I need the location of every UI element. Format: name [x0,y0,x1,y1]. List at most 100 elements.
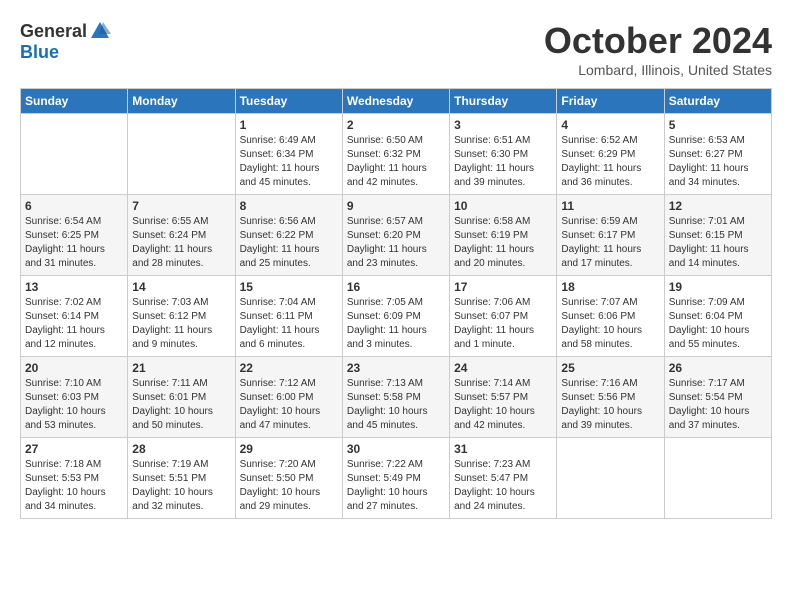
calendar-week-row: 1 Sunrise: 6:49 AM Sunset: 6:34 PM Daylig… [21,114,772,195]
logo-blue-text: Blue [20,42,59,63]
month-title: October 2024 [544,20,772,62]
calendar-cell: 1 Sunrise: 6:49 AM Sunset: 6:34 PM Daylig… [235,114,342,195]
weekday-header: Friday [557,89,664,114]
weekday-header: Wednesday [342,89,449,114]
day-number: 1 [240,118,338,132]
day-info: Sunrise: 7:02 AM Sunset: 6:14 PM Dayligh… [25,296,123,352]
day-number: 25 [561,361,659,375]
day-number: 6 [25,199,123,213]
calendar-cell: 9 Sunrise: 6:57 AM Sunset: 6:20 PM Daylig… [342,195,449,276]
day-number: 23 [347,361,445,375]
calendar-cell: 31 Sunrise: 7:23 AM Sunset: 5:47 PM Dayli… [450,438,557,519]
day-number: 10 [454,199,552,213]
weekday-header: Monday [128,89,235,114]
day-number: 27 [25,442,123,456]
day-info: Sunrise: 7:16 AM Sunset: 5:56 PM Dayligh… [561,377,659,433]
calendar-week-row: 20Sunrise: 7:10 AM Sunset: 6:03 PM Dayli… [21,357,772,438]
day-number: 29 [240,442,338,456]
calendar-cell: 15 Sunrise: 7:04 AM Sunset: 6:11 PM Dayli… [235,276,342,357]
calendar-header-row: SundayMondayTuesdayWednesdayThursdayFrid… [21,89,772,114]
day-number: 2 [347,118,445,132]
day-info: Sunrise: 6:58 AM Sunset: 6:19 PM Dayligh… [454,215,552,271]
calendar-cell: 18 Sunrise: 7:07 AM Sunset: 6:06 PM Dayli… [557,276,664,357]
calendar-cell: 22 Sunrise: 7:12 AM Sunset: 6:00 PM Dayli… [235,357,342,438]
calendar-cell: 23 Sunrise: 7:13 AM Sunset: 5:58 PM Dayli… [342,357,449,438]
calendar-cell: 20Sunrise: 7:10 AM Sunset: 6:03 PM Dayli… [21,357,128,438]
calendar-cell [21,114,128,195]
day-number: 3 [454,118,552,132]
day-info: Sunrise: 7:22 AM Sunset: 5:49 PM Dayligh… [347,458,445,514]
day-number: 9 [347,199,445,213]
day-info: Sunrise: 6:53 AM Sunset: 6:27 PM Dayligh… [669,134,767,190]
day-number: 21 [132,361,230,375]
day-number: 17 [454,280,552,294]
calendar-week-row: 13 Sunrise: 7:02 AM Sunset: 6:14 PM Dayli… [21,276,772,357]
weekday-header: Sunday [21,89,128,114]
calendar-cell: 19Sunrise: 7:09 AM Sunset: 6:04 PM Dayli… [664,276,771,357]
day-number: 14 [132,280,230,294]
day-info: Sunrise: 7:06 AM Sunset: 6:07 PM Dayligh… [454,296,552,352]
day-info: Sunrise: 7:12 AM Sunset: 6:00 PM Dayligh… [240,377,338,433]
weekday-header: Saturday [664,89,771,114]
calendar-cell: 12Sunrise: 7:01 AM Sunset: 6:15 PM Dayli… [664,195,771,276]
day-number: 28 [132,442,230,456]
day-info: Sunrise: 6:57 AM Sunset: 6:20 PM Dayligh… [347,215,445,271]
calendar-cell: 21Sunrise: 7:11 AM Sunset: 6:01 PM Dayli… [128,357,235,438]
day-info: Sunrise: 6:49 AM Sunset: 6:34 PM Dayligh… [240,134,338,190]
calendar-cell: 8 Sunrise: 6:56 AM Sunset: 6:22 PM Daylig… [235,195,342,276]
calendar-cell: 24 Sunrise: 7:14 AM Sunset: 5:57 PM Dayli… [450,357,557,438]
day-number: 24 [454,361,552,375]
day-info: Sunrise: 7:07 AM Sunset: 6:06 PM Dayligh… [561,296,659,352]
day-number: 22 [240,361,338,375]
weekday-header: Tuesday [235,89,342,114]
day-number: 13 [25,280,123,294]
calendar-cell: 17 Sunrise: 7:06 AM Sunset: 6:07 PM Dayli… [450,276,557,357]
day-number: 8 [240,199,338,213]
day-info: Sunrise: 6:55 AM Sunset: 6:24 PM Dayligh… [132,215,230,271]
day-info: Sunrise: 7:17 AM Sunset: 5:54 PM Dayligh… [669,377,767,433]
logo-icon [89,20,111,42]
day-info: Sunrise: 7:14 AM Sunset: 5:57 PM Dayligh… [454,377,552,433]
day-number: 12 [669,199,767,213]
calendar-cell [664,438,771,519]
calendar-cell: 27 Sunrise: 7:18 AM Sunset: 5:53 PM Dayli… [21,438,128,519]
day-info: Sunrise: 6:50 AM Sunset: 6:32 PM Dayligh… [347,134,445,190]
day-number: 11 [561,199,659,213]
day-info: Sunrise: 7:18 AM Sunset: 5:53 PM Dayligh… [25,458,123,514]
title-area: October 2024 Lombard, Illinois, United S… [544,20,772,78]
day-info: Sunrise: 7:13 AM Sunset: 5:58 PM Dayligh… [347,377,445,433]
calendar-cell: 26 Sunrise: 7:17 AM Sunset: 5:54 PM Dayli… [664,357,771,438]
day-info: Sunrise: 7:23 AM Sunset: 5:47 PM Dayligh… [454,458,552,514]
day-number: 16 [347,280,445,294]
calendar-cell [557,438,664,519]
calendar-cell: 30Sunrise: 7:22 AM Sunset: 5:49 PM Dayli… [342,438,449,519]
day-number: 26 [669,361,767,375]
calendar-cell: 14 Sunrise: 7:03 AM Sunset: 6:12 PM Dayli… [128,276,235,357]
logo: General Blue [20,20,111,63]
day-info: Sunrise: 6:56 AM Sunset: 6:22 PM Dayligh… [240,215,338,271]
day-info: Sunrise: 7:20 AM Sunset: 5:50 PM Dayligh… [240,458,338,514]
calendar-cell: 28Sunrise: 7:19 AM Sunset: 5:51 PM Dayli… [128,438,235,519]
calendar-cell: 7 Sunrise: 6:55 AM Sunset: 6:24 PM Daylig… [128,195,235,276]
day-number: 31 [454,442,552,456]
day-number: 4 [561,118,659,132]
calendar-cell [128,114,235,195]
weekday-header: Thursday [450,89,557,114]
day-info: Sunrise: 7:05 AM Sunset: 6:09 PM Dayligh… [347,296,445,352]
day-info: Sunrise: 7:09 AM Sunset: 6:04 PM Dayligh… [669,296,767,352]
calendar-week-row: 27 Sunrise: 7:18 AM Sunset: 5:53 PM Dayli… [21,438,772,519]
day-info: Sunrise: 7:03 AM Sunset: 6:12 PM Dayligh… [132,296,230,352]
day-info: Sunrise: 7:04 AM Sunset: 6:11 PM Dayligh… [240,296,338,352]
calendar-cell: 10 Sunrise: 6:58 AM Sunset: 6:19 PM Dayli… [450,195,557,276]
day-number: 15 [240,280,338,294]
day-number: 7 [132,199,230,213]
calendar-cell: 4 Sunrise: 6:52 AM Sunset: 6:29 PM Daylig… [557,114,664,195]
day-info: Sunrise: 6:52 AM Sunset: 6:29 PM Dayligh… [561,134,659,190]
day-number: 18 [561,280,659,294]
page-header: General Blue October 2024 Lombard, Illin… [20,20,772,78]
calendar-table: SundayMondayTuesdayWednesdayThursdayFrid… [20,88,772,519]
day-number: 20 [25,361,123,375]
calendar-cell: 3Sunrise: 6:51 AM Sunset: 6:30 PM Daylig… [450,114,557,195]
day-number: 5 [669,118,767,132]
calendar-cell: 11Sunrise: 6:59 AM Sunset: 6:17 PM Dayli… [557,195,664,276]
